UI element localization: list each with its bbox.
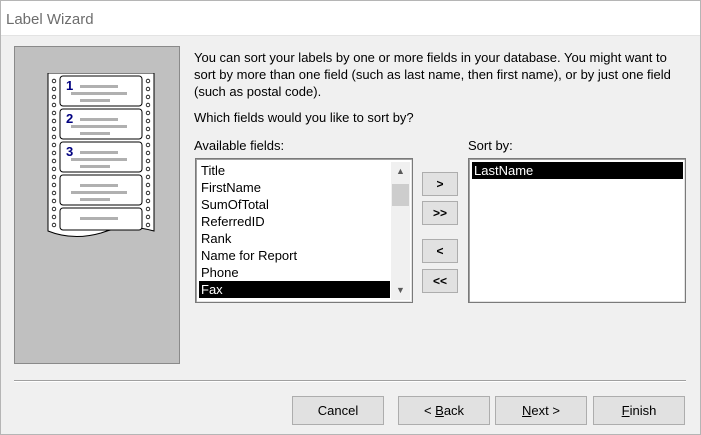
instructions-text: You can sort your labels by one or more … [194,50,671,99]
illustration-panel: 1 2 3 [14,46,180,364]
label-wizard-window: Label Wizard 1 2 3 You can sort your lab… [0,0,701,435]
window-title: Label Wizard [6,11,94,28]
finish-button-label: inish [629,403,657,418]
list-item-name-for-report[interactable]: Name for Report [199,247,390,264]
list-item-rank[interactable]: Rank [199,230,390,247]
back-button-prefix: < [423,403,436,418]
available-fields-scrollbar[interactable]: ▲ ▼ [391,162,410,300]
list-item-phone[interactable]: Phone [199,264,390,281]
label-sheet-illustration: 1 2 3 [47,73,155,237]
add-field-button[interactable]: > [422,172,458,196]
add-all-fields-button[interactable]: >> [422,201,458,225]
finish-button-mnemonic: F [621,403,630,418]
list-item-sumoftotal[interactable]: SumOfTotal [199,196,390,213]
scroll-down-icon[interactable]: ▼ [391,281,410,300]
list-item-fax[interactable]: Fax [199,281,390,298]
next-button-label: ext > [531,403,560,418]
sort-question: Which fields would you like to sort by? [194,110,414,125]
back-button-mnemonic: B [435,403,444,418]
back-button[interactable]: < Back [398,396,490,425]
back-button-label: ack [443,403,465,418]
title-bar[interactable]: Label Wizard [1,1,700,36]
label-number-3: 3 [66,144,73,159]
next-button-mnemonic: N [522,403,532,418]
list-item-lastname[interactable]: LastName [472,162,683,179]
label-number-1: 1 [66,78,73,93]
available-fields-label: Available fields: [194,138,285,153]
footer-separator [14,380,686,382]
remove-field-button[interactable]: < [422,239,458,263]
scroll-thumb[interactable] [392,184,409,206]
list-item-referredid[interactable]: ReferredID [199,213,390,230]
next-button[interactable]: Next > [495,396,587,425]
scroll-up-icon[interactable]: ▲ [391,162,410,181]
cancel-button[interactable]: Cancel [292,396,384,425]
list-item-title[interactable]: Title [199,162,390,179]
sort-by-list[interactable]: LastName [468,158,686,303]
label-number-2: 2 [66,111,73,126]
sort-by-label: Sort by: [468,138,513,153]
list-item-firstname[interactable]: FirstName [199,179,390,196]
finish-button[interactable]: Finish [593,396,685,425]
available-fields-list[interactable]: Title FirstName SumOfTotal ReferredID Ra… [195,158,413,303]
remove-all-fields-button[interactable]: << [422,269,458,293]
